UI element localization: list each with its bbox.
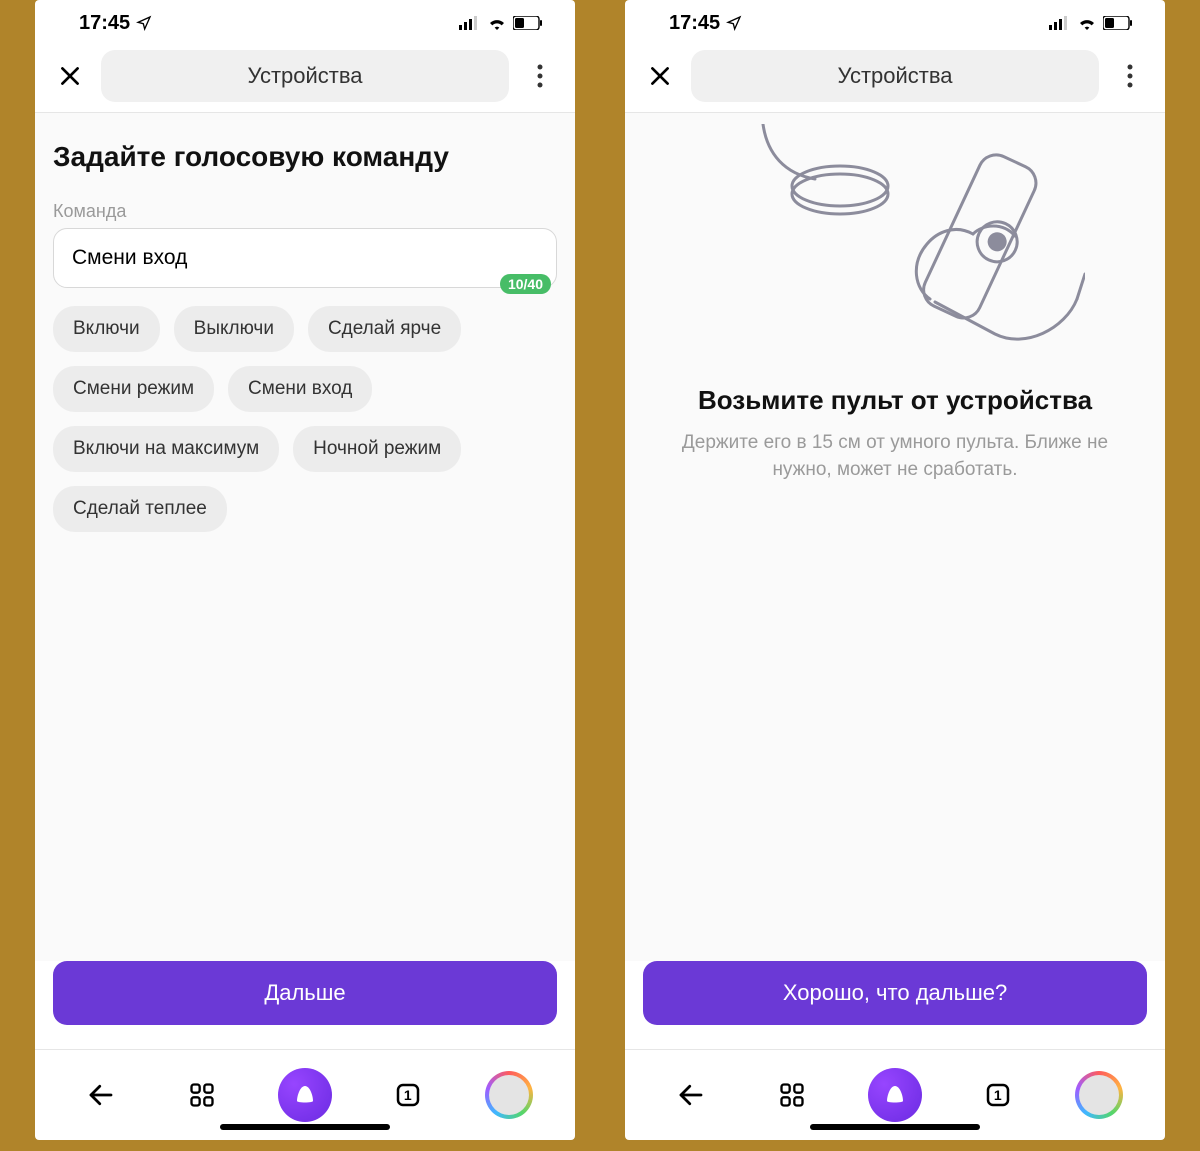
home-indicator[interactable] bbox=[810, 1124, 980, 1130]
content-right: Возьмите пульт от устройства Держите его… bbox=[625, 113, 1165, 961]
grid-icon bbox=[778, 1081, 806, 1109]
chip[interactable]: Выключи bbox=[174, 306, 294, 352]
tabs-count: 1 bbox=[994, 1087, 1002, 1103]
profile-button[interactable] bbox=[1074, 1070, 1124, 1120]
more-vertical-icon bbox=[537, 64, 543, 88]
phone-right: 17:45 Устройства bbox=[625, 0, 1165, 1140]
chip[interactable]: Ночной режим bbox=[293, 426, 461, 472]
chip[interactable]: Сделай ярче bbox=[308, 306, 461, 352]
wifi-icon bbox=[487, 16, 507, 30]
header-title-pill[interactable]: Устройства bbox=[691, 50, 1099, 102]
avatar-ring bbox=[1075, 1071, 1123, 1119]
header-title: Устройства bbox=[837, 63, 952, 89]
alice-icon bbox=[883, 1083, 907, 1107]
avatar bbox=[487, 1073, 531, 1117]
arrow-left-icon bbox=[676, 1080, 706, 1110]
header-title: Устройства bbox=[247, 63, 362, 89]
tabs-button[interactable]: 1 bbox=[973, 1070, 1023, 1120]
tabs-button[interactable]: 1 bbox=[383, 1070, 433, 1120]
char-counter: 10/40 bbox=[500, 274, 551, 294]
next-button[interactable]: Дальше bbox=[53, 961, 557, 1025]
avatar-ring bbox=[485, 1071, 533, 1119]
avatar bbox=[1077, 1073, 1121, 1117]
home-indicator[interactable] bbox=[220, 1124, 390, 1130]
chip[interactable]: Сделай теплее bbox=[53, 486, 227, 532]
back-button[interactable] bbox=[666, 1070, 716, 1120]
location-icon bbox=[136, 15, 152, 31]
command-input[interactable] bbox=[53, 228, 557, 288]
illustration bbox=[643, 119, 1147, 359]
time-text: 17:45 bbox=[79, 12, 130, 35]
input-wrap: 10/40 bbox=[53, 228, 557, 288]
profile-button[interactable] bbox=[484, 1070, 534, 1120]
content-left: Задайте голосовую команду Команда 10/40 … bbox=[35, 113, 575, 961]
more-button[interactable] bbox=[523, 59, 557, 93]
status-bar: 17:45 bbox=[35, 0, 575, 46]
chip[interactable]: Смени вход bbox=[228, 366, 372, 412]
remote-illustration-icon bbox=[705, 124, 1085, 354]
status-time: 17:45 bbox=[669, 12, 742, 35]
time-text: 17:45 bbox=[669, 12, 720, 35]
alice-button[interactable] bbox=[278, 1068, 332, 1122]
close-icon bbox=[57, 63, 83, 89]
wifi-icon bbox=[1077, 16, 1097, 30]
location-icon bbox=[726, 15, 742, 31]
chip[interactable]: Включи bbox=[53, 306, 160, 352]
grid-icon bbox=[188, 1081, 216, 1109]
status-icons bbox=[1049, 16, 1133, 30]
suggestion-chips: Включи Выключи Сделай ярче Смени режим С… bbox=[53, 306, 557, 532]
field-label: Команда bbox=[53, 201, 557, 222]
tabs-count: 1 bbox=[404, 1087, 412, 1103]
chip[interactable]: Включи на максимум bbox=[53, 426, 279, 472]
close-icon bbox=[647, 63, 673, 89]
instruction-title: Возьмите пульт от устройства bbox=[698, 385, 1092, 416]
battery-icon bbox=[513, 16, 543, 30]
close-button[interactable] bbox=[53, 59, 87, 93]
signal-icon bbox=[459, 16, 481, 30]
more-vertical-icon bbox=[1127, 64, 1133, 88]
status-icons bbox=[459, 16, 543, 30]
page-title: Задайте голосовую команду bbox=[53, 141, 557, 173]
alice-button[interactable] bbox=[868, 1068, 922, 1122]
battery-icon bbox=[1103, 16, 1133, 30]
chip[interactable]: Смени режим bbox=[53, 366, 214, 412]
top-bar: Устройства bbox=[625, 46, 1165, 112]
phone-left: 17:45 Устройства Задайте голосовую коман… bbox=[35, 0, 575, 1140]
top-bar: Устройства bbox=[35, 46, 575, 112]
ok-next-button[interactable]: Хорошо, что дальше? bbox=[643, 961, 1147, 1025]
status-time: 17:45 bbox=[79, 12, 152, 35]
apps-button[interactable] bbox=[767, 1070, 817, 1120]
instruction-subtitle: Держите его в 15 см от умного пульта. Бл… bbox=[675, 430, 1115, 483]
arrow-left-icon bbox=[86, 1080, 116, 1110]
back-button[interactable] bbox=[76, 1070, 126, 1120]
more-button[interactable] bbox=[1113, 59, 1147, 93]
status-bar: 17:45 bbox=[625, 0, 1165, 46]
alice-icon bbox=[293, 1083, 317, 1107]
apps-button[interactable] bbox=[177, 1070, 227, 1120]
signal-icon bbox=[1049, 16, 1071, 30]
header-title-pill[interactable]: Устройства bbox=[101, 50, 509, 102]
close-button[interactable] bbox=[643, 59, 677, 93]
